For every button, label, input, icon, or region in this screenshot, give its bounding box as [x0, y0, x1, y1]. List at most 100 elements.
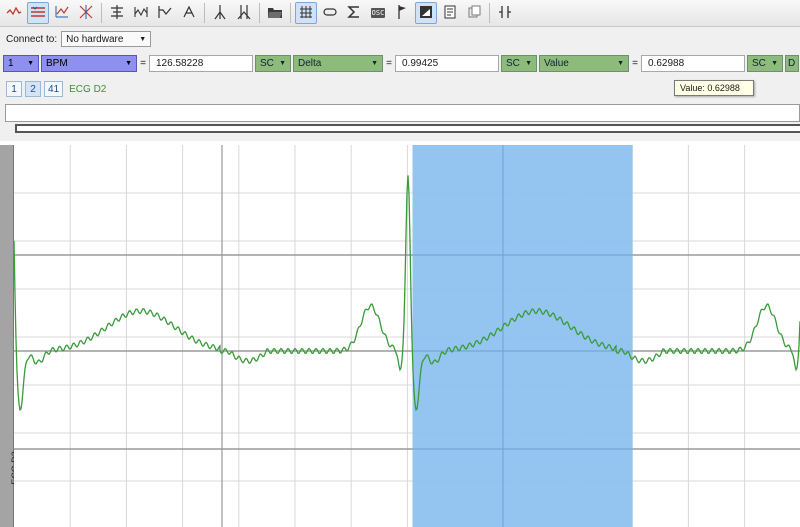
tab-41[interactable]: 41 — [44, 81, 64, 97]
page-tabs: 1 2 41 ECG D2 — [6, 79, 106, 99]
toolbar-separator — [489, 3, 490, 23]
tab-2-label: 2 — [30, 83, 36, 95]
measurement-2-source: SC — [506, 57, 520, 69]
chart-window-icon — [418, 4, 434, 23]
measurement-4-type-select[interactable]: D — [785, 54, 799, 72]
stacked-channels-button[interactable] — [27, 2, 49, 24]
osc-button[interactable]: OSC — [367, 2, 389, 24]
equals-sign: = — [632, 57, 638, 69]
waveform-button[interactable] — [3, 2, 25, 24]
tab-2[interactable]: 2 — [25, 81, 41, 97]
open-folder-icon — [267, 4, 283, 23]
measurement-2-type-select[interactable]: Delta ▼ — [293, 54, 383, 72]
fit-icon — [497, 4, 513, 23]
measurement-3-source-select[interactable]: SC ▼ — [747, 54, 783, 72]
measurement-1-value-text: 126.58228 — [156, 57, 204, 69]
journal-icon — [442, 4, 458, 23]
measurement-2-value: 0.99425 — [395, 54, 499, 72]
measurement-3-value-text: 0.62988 — [648, 57, 685, 69]
journal-button[interactable] — [439, 2, 461, 24]
open-folder-button[interactable] — [264, 2, 286, 24]
tab-1-label: 1 — [11, 83, 17, 95]
selection-region — [412, 145, 633, 527]
toolbar-separator — [290, 3, 291, 23]
markers-icon — [133, 4, 149, 23]
transform-icon — [181, 4, 197, 23]
equals-sign: = — [140, 57, 146, 69]
fit-button[interactable] — [494, 2, 516, 24]
link-button[interactable] — [319, 2, 341, 24]
measurement-3-source: SC — [752, 57, 766, 69]
align-icon — [109, 4, 125, 23]
cursor-button[interactable] — [209, 2, 231, 24]
measurement-1-source: SC — [260, 57, 274, 69]
copy-button[interactable] — [463, 2, 485, 24]
flag-button[interactable] — [391, 2, 413, 24]
flag-icon — [394, 4, 410, 23]
cursor-icon — [212, 4, 228, 23]
measurement-2-value-text: 0.99425 — [402, 57, 439, 69]
copy-icon — [466, 4, 482, 23]
sigma-button[interactable] — [343, 2, 365, 24]
hardware-select-value: No hardware — [66, 33, 124, 45]
grid-button[interactable] — [295, 2, 317, 24]
multi-cursor-icon — [236, 4, 252, 23]
chevron-down-icon: ▼ — [279, 59, 286, 67]
chart-window-button[interactable] — [415, 2, 437, 24]
channel-title: ECG D2 — [69, 83, 107, 95]
chevron-down-icon: ▼ — [125, 59, 132, 67]
tab-41-label: 41 — [48, 83, 60, 95]
tab-1[interactable]: 1 — [6, 81, 22, 97]
overlay-icon — [54, 4, 70, 23]
horizontal-scrollbar[interactable] — [15, 124, 800, 133]
chevron-down-icon: ▼ — [525, 59, 532, 67]
waveform-icon — [6, 4, 22, 23]
measurement-3-type-select[interactable]: Value ▼ — [539, 54, 629, 72]
connect-row: Connect to: No hardware ▼ — [0, 28, 800, 50]
toolbar-separator — [204, 3, 205, 23]
measurement-2-source-select[interactable]: SC ▼ — [501, 54, 537, 72]
markers-button[interactable] — [130, 2, 152, 24]
comment-input[interactable] — [5, 104, 800, 122]
transform-button[interactable] — [178, 2, 200, 24]
osc-icon: OSC — [370, 8, 386, 18]
multi-cursor-button[interactable] — [233, 2, 255, 24]
channel-strip[interactable]: ECG D3 — [0, 145, 20, 527]
measurement-1-type: BPM — [46, 57, 68, 69]
measurement-bar: 1 ▼ BPM ▼ = 126.58228 SC ▼ Delta ▼ = 0.9… — [3, 53, 800, 73]
ecg-plot-svg — [14, 145, 800, 527]
sigma-icon — [346, 4, 362, 23]
chevron-down-icon: ▼ — [617, 59, 624, 67]
measurement-1-source-select[interactable]: SC ▼ — [255, 54, 291, 72]
measurement-1-type-select[interactable]: BPM ▼ — [41, 54, 137, 72]
align-button[interactable] — [106, 2, 128, 24]
measurement-channel-select[interactable]: 1 ▼ — [3, 54, 39, 72]
toolbar-separator — [259, 3, 260, 23]
overlay-button[interactable] — [51, 2, 73, 24]
toolbar-separator — [101, 3, 102, 23]
tooltip-text: Value: 0.62988 — [680, 83, 740, 93]
ecg-plot-area[interactable] — [14, 145, 800, 527]
link-icon — [322, 4, 338, 23]
stacked-channels-icon — [30, 4, 46, 23]
measurement-2-type: Delta — [298, 57, 322, 69]
measurement-3-type: Value — [544, 57, 569, 69]
connect-label: Connect to: — [6, 33, 58, 45]
value-tooltip: Value: 0.62988 — [674, 80, 754, 96]
measurement-4-type: D — [788, 57, 796, 69]
chevron-down-icon: ▼ — [371, 59, 378, 67]
hardware-select[interactable]: No hardware ▼ — [61, 31, 152, 47]
measurement-channel-value: 1 — [8, 57, 14, 69]
measurement-3-value: 0.62988 — [641, 54, 745, 72]
main-toolbar: OSC — [0, 0, 800, 27]
chevron-down-icon: ▼ — [139, 35, 147, 43]
scope-icon — [78, 4, 94, 23]
peak-detect-button[interactable] — [154, 2, 176, 24]
scope-button[interactable] — [75, 2, 97, 24]
chevron-down-icon: ▼ — [27, 59, 34, 67]
equals-sign: = — [386, 57, 392, 69]
grid-icon — [298, 4, 314, 23]
chevron-down-icon: ▼ — [771, 59, 778, 67]
measurement-1-value: 126.58228 — [149, 54, 253, 72]
peak-detect-icon — [157, 4, 173, 23]
